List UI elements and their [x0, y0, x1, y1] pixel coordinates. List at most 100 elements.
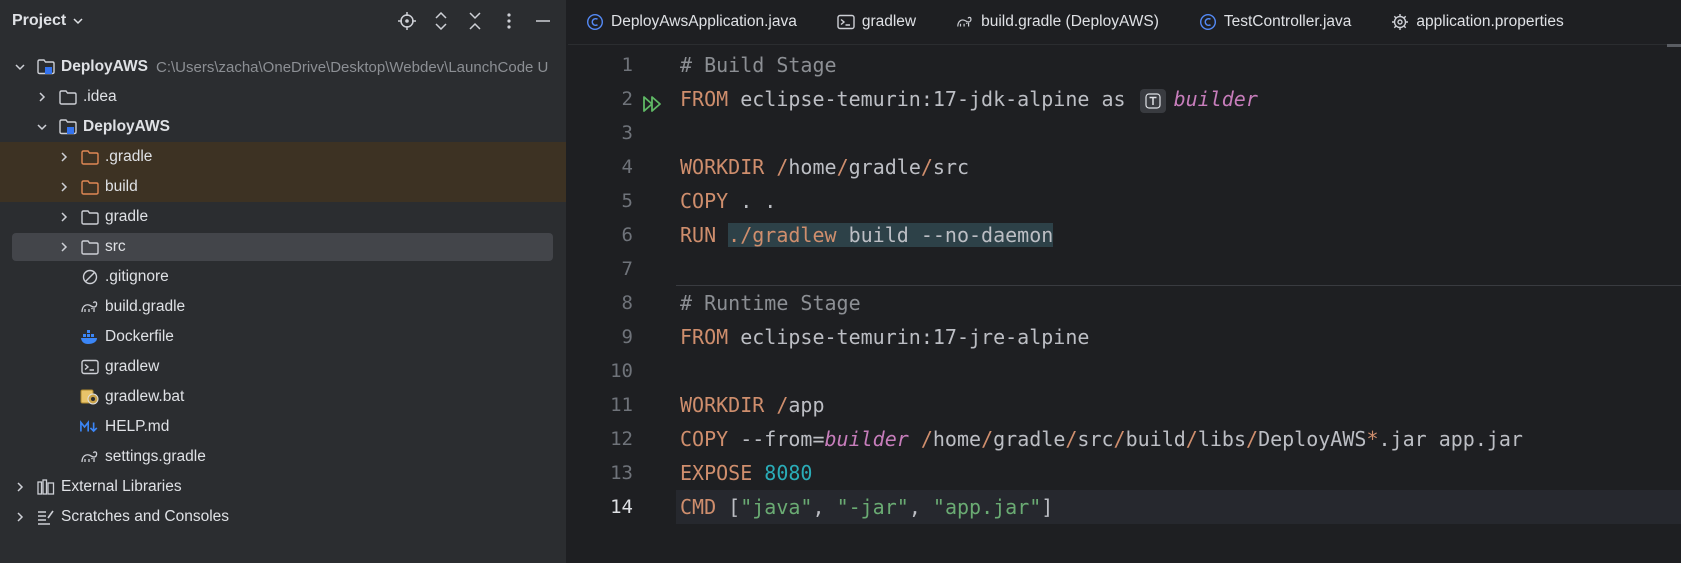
project-view-selector[interactable]: Project [12, 12, 84, 30]
tree-item-gradlew-bat[interactable]: gradlew.bat [0, 382, 566, 412]
hide-icon[interactable] [532, 10, 554, 32]
code-token: EXPOSE [680, 461, 753, 485]
gear-icon [1391, 13, 1409, 31]
tab-application-properties[interactable]: application.properties [1373, 0, 1585, 44]
tree-item-gradle[interactable]: .gradle [0, 142, 566, 172]
tab-build-gradle-deployaws[interactable]: build.gradle (DeployAWS) [938, 0, 1181, 44]
code-line[interactable]: # Runtime Stage [676, 286, 1681, 320]
line-number[interactable]: 5 [568, 184, 676, 218]
tab-label: gradlew [861, 13, 917, 30]
tab-label: TestController.java [1223, 13, 1352, 30]
code-line[interactable]: COPY --from=builder /home/gradle/src/bui… [676, 422, 1681, 456]
tree-item-label: DeployAWS [83, 118, 170, 135]
line-number[interactable]: 1 [568, 48, 676, 82]
tab-testcontroller-java[interactable]: TestController.java [1181, 0, 1374, 44]
chevron-right-icon[interactable] [34, 89, 50, 105]
line-number[interactable]: 2 [568, 82, 676, 116]
line-number[interactable]: 12 [568, 422, 676, 456]
code-line[interactable]: # Build Stage [676, 48, 1681, 82]
tab-gradlew[interactable]: gradlew [819, 0, 938, 44]
ignore-icon [80, 268, 100, 286]
code-line[interactable] [676, 252, 1681, 286]
code-line[interactable]: WORKDIR /app [676, 388, 1681, 422]
tree-item-label: .idea [83, 88, 117, 105]
line-number[interactable]: 13 [568, 456, 676, 490]
tree-item-dockerfile[interactable]: Dockerfile [0, 322, 566, 352]
locate-icon[interactable] [396, 10, 418, 32]
line-number[interactable]: 7 [568, 252, 676, 286]
expand-all-icon[interactable] [430, 10, 452, 32]
tree-item-help-md[interactable]: HELP.md [0, 412, 566, 442]
code-line[interactable]: CMD ["java", "-jar", "app.jar"] [676, 490, 1681, 524]
line-number[interactable]: 8 [568, 286, 676, 320]
tree-item-deployaws[interactable]: DeployAWS [0, 112, 566, 142]
tree-item-label: settings.gradle [105, 448, 206, 465]
tab-label: DeployAwsApplication.java [611, 13, 797, 30]
code-token: libs [1197, 427, 1247, 451]
line-number[interactable]: 9 [568, 320, 676, 354]
tab-deployawsapplication-java[interactable]: DeployAwsApplication.java [568, 0, 819, 44]
tree-item-external-libraries[interactable]: External Libraries [0, 472, 566, 502]
java-class-icon [1199, 13, 1217, 31]
chevron-right-icon[interactable] [12, 479, 28, 495]
type-hint-icon[interactable] [1139, 88, 1166, 113]
chevron-right-icon[interactable] [56, 239, 72, 255]
tree-item-deployaws[interactable]: DeployAWS C:\Users\zacha\OneDrive\Desktop… [0, 52, 566, 82]
code-line[interactable]: COPY . . [676, 184, 1681, 218]
chevron-right-icon[interactable] [56, 179, 72, 195]
code-token: "java" [740, 495, 813, 519]
code-token: "-jar" [836, 495, 909, 519]
tree-item-label: External Libraries [61, 478, 182, 495]
code-line[interactable] [676, 354, 1681, 388]
code-token: . . [728, 189, 777, 213]
code-area[interactable]: # Build Stage FROM eclipse-temurin:17-jdk… [676, 48, 1681, 524]
chevron-down-icon[interactable] [12, 59, 28, 75]
line-number[interactable]: 10 [568, 354, 676, 388]
tree-item-src[interactable]: src [0, 232, 566, 262]
editor-area: DeployAwsApplication.java gradlew build.gr… [568, 0, 1681, 563]
chevron-right-icon[interactable] [56, 149, 72, 165]
tree-item-gitignore[interactable]: .gitignore [0, 262, 566, 292]
code-line[interactable] [676, 116, 1681, 150]
line-number-text: 13 [610, 462, 633, 484]
line-number[interactable]: 11 [568, 388, 676, 422]
code-token: / [981, 427, 994, 451]
code-token: ./gradlew [728, 223, 837, 247]
tree-item-scratches-and-consoles[interactable]: Scratches and Consoles [0, 502, 566, 532]
more-icon[interactable] [498, 10, 520, 32]
code-line[interactable]: EXPOSE 8080 [676, 456, 1681, 490]
tree-item-gradlew[interactable]: gradlew [0, 352, 566, 382]
tree-item-gradle[interactable]: gradle [0, 202, 566, 232]
code-line[interactable]: FROM eclipse-temurin:17-jre-alpine [676, 320, 1681, 354]
line-number[interactable]: 4 [568, 150, 676, 184]
code-line[interactable]: WORKDIR /home/gradle/src [676, 150, 1681, 184]
code-token: home [932, 427, 982, 451]
editor-scrollbar[interactable] [1667, 44, 1681, 47]
java-class-icon [586, 13, 604, 31]
chevron-right-icon[interactable] [12, 509, 28, 525]
line-number[interactable]: 14 [568, 490, 676, 524]
tree-item-settings-gradle[interactable]: settings.gradle [0, 442, 566, 472]
tree-item-build[interactable]: build [0, 172, 566, 202]
code-line[interactable]: RUN ./gradlew build --no-daemon [676, 218, 1681, 252]
code-token: WORKDIR [680, 155, 765, 179]
code-token: RUN [680, 223, 717, 247]
tree-item-label: HELP.md [105, 418, 170, 435]
collapse-all-icon[interactable] [464, 10, 486, 32]
code-line[interactable]: FROM eclipse-temurin:17-jdk-alpine as bu… [676, 82, 1681, 116]
terminal-icon [80, 358, 100, 376]
code-token: / [920, 155, 933, 179]
run-docker-icon[interactable] [642, 90, 666, 112]
tree-item-build-gradle[interactable]: build.gradle [0, 292, 566, 322]
line-number[interactable]: 3 [568, 116, 676, 150]
chevron-down-icon[interactable] [34, 119, 50, 135]
line-number[interactable]: 6 [568, 218, 676, 252]
tree-item-label: build.gradle [105, 298, 186, 315]
code-token: gradle [993, 427, 1066, 451]
tree-item-idea[interactable]: .idea [0, 82, 566, 112]
line-number-text: 2 [621, 88, 633, 110]
project-toolbar [396, 10, 554, 32]
line-number-text: 5 [621, 190, 633, 212]
chevron-right-icon[interactable] [56, 209, 72, 225]
